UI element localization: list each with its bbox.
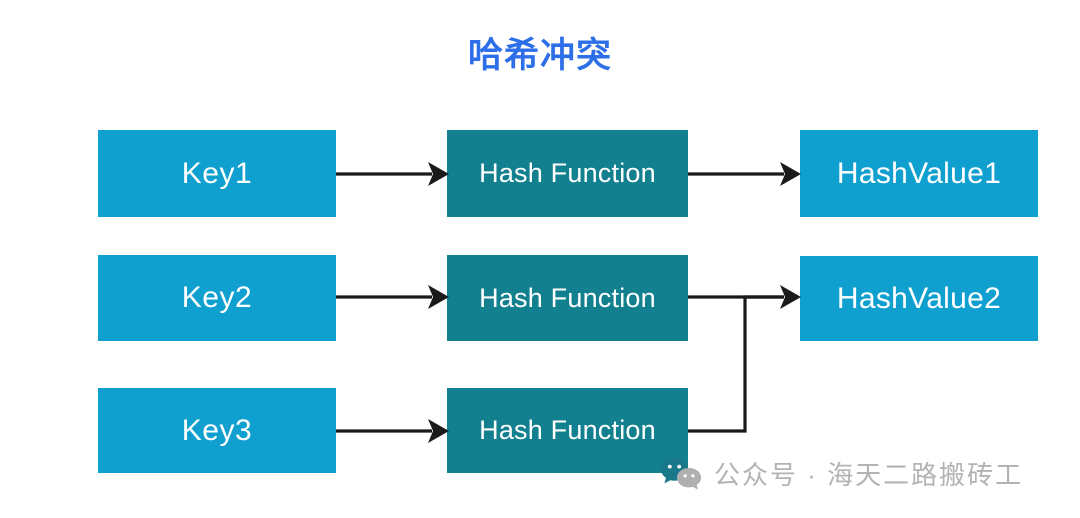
- hash-function-box-3: Hash Function: [447, 388, 688, 473]
- hash-value-box-1: HashValue1: [800, 130, 1038, 217]
- arrow-key3-to-function3: [336, 419, 449, 443]
- key-box-2: Key2: [98, 255, 336, 341]
- arrow-function1-to-hashvalue1: [688, 162, 801, 186]
- diagram-canvas: 哈希冲突 Key1 Hash Function HashValue1 Key2 …: [0, 0, 1080, 518]
- hash-function-box-2: Hash Function: [447, 255, 688, 341]
- arrow-key1-to-function1: [336, 162, 449, 186]
- page-title: 哈希冲突: [467, 36, 612, 75]
- key-box-1: Key1: [98, 130, 336, 217]
- hash-function-box-1: Hash Function: [447, 130, 688, 217]
- key-box-3: Key3: [98, 388, 336, 473]
- wechat-icon: [660, 455, 704, 495]
- arrow-key2-to-function2: [336, 285, 449, 309]
- watermark: 公众号 · 海天二路搬砖工: [660, 452, 1023, 498]
- arrow-function3-to-hashvalue2-collision: [688, 295, 784, 433]
- arrow-function2-to-hashvalue2: [688, 285, 801, 309]
- watermark-text: 公众号 · 海天二路搬砖工: [714, 460, 1024, 490]
- hash-value-box-2: HashValue2: [800, 256, 1038, 341]
